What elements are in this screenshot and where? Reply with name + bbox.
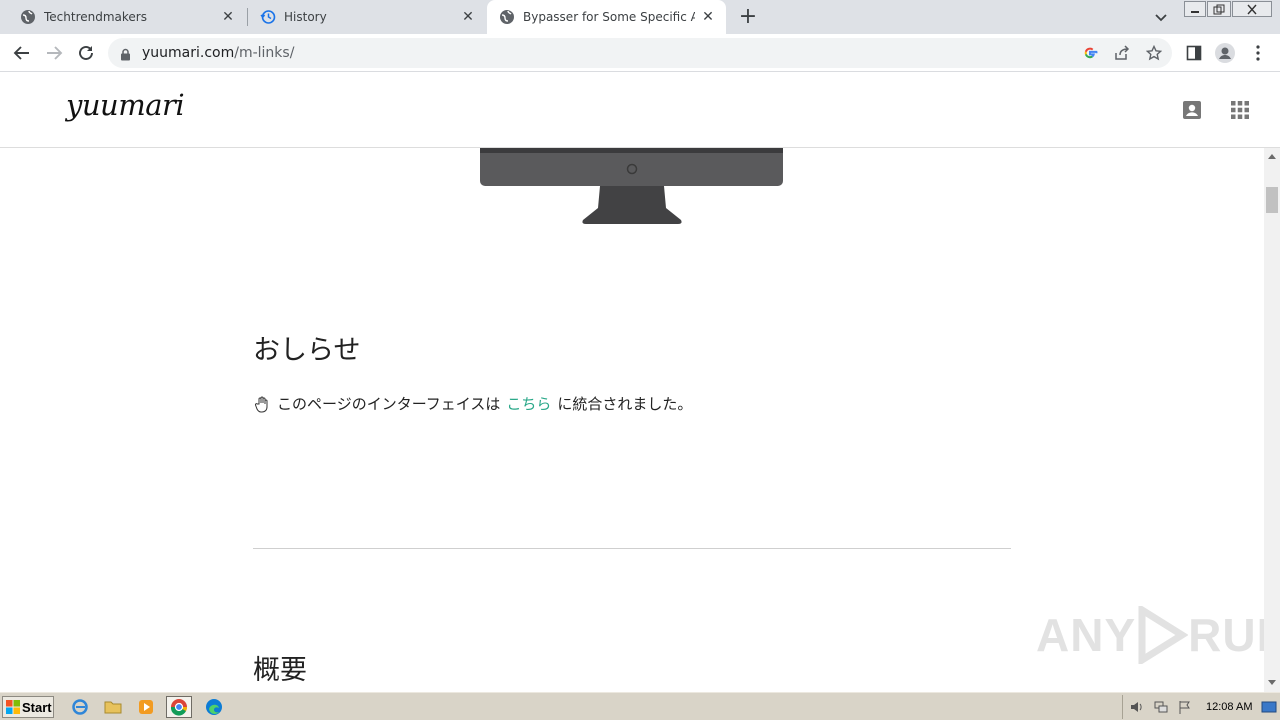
close-icon[interactable]: ✕: [700, 9, 716, 25]
system-tray: [1122, 695, 1280, 719]
scroll-up-arrow[interactable]: [1268, 154, 1276, 159]
notice-title: おしらせ: [253, 335, 361, 366]
back-button[interactable]: [11, 42, 33, 64]
chrome-icon[interactable]: [166, 696, 192, 718]
monitor-illustration: [480, 148, 783, 224]
media-player-icon[interactable]: [133, 696, 159, 718]
watermark: ANY RUN: [1036, 606, 1264, 664]
restore-button[interactable]: [1207, 1, 1231, 17]
close-icon[interactable]: ✕: [460, 9, 476, 25]
notice-link[interactable]: こちら: [506, 393, 551, 414]
profile-icon[interactable]: [1215, 43, 1235, 63]
minimize-button[interactable]: [1184, 1, 1206, 17]
volume-icon[interactable]: [1129, 699, 1145, 715]
tab-title: History: [284, 10, 327, 24]
start-button[interactable]: Start: [2, 696, 54, 718]
tab-techtrendmakers[interactable]: Techtrendmakers ✕: [0, 0, 246, 34]
page-content: おしらせ このページのインターフェイスは こちら に統合されました。 概要 AN…: [0, 148, 1264, 692]
url-host: yuumari.com: [142, 45, 235, 61]
close-icon[interactable]: ✕: [220, 9, 236, 25]
watermark-right: RUN: [1188, 609, 1264, 661]
taskbar: Start 12:08 AM: [0, 692, 1280, 720]
play-icon: [1138, 606, 1189, 664]
browser-toolbar: yuumari.com/m-links/: [0, 34, 1280, 72]
tab-history[interactable]: History ✕: [240, 0, 486, 34]
show-desktop-icon[interactable]: [1261, 699, 1277, 715]
scroll-down-arrow[interactable]: [1268, 680, 1276, 685]
overview-title: 概要: [253, 655, 307, 686]
close-window-button[interactable]: [1232, 1, 1272, 17]
tab-bypasser[interactable]: Bypasser for Some Specific Ad-Links ✕: [487, 0, 726, 34]
windows-logo-icon: [6, 700, 20, 714]
flag-icon[interactable]: [1177, 699, 1193, 715]
forward-button[interactable]: [43, 42, 65, 64]
address-bar[interactable]: yuumari.com/m-links/: [108, 38, 1172, 68]
clock[interactable]: 12:08 AM: [1206, 701, 1252, 713]
chevron-down-icon[interactable]: [1152, 8, 1170, 26]
notice-after: に統合されました。: [557, 395, 693, 413]
google-icon[interactable]: [1082, 45, 1098, 61]
arrow-left-icon: [13, 46, 29, 60]
tab-title: Techtrendmakers: [44, 10, 147, 24]
site-header: yuumari: [0, 72, 1280, 148]
reload-button[interactable]: [75, 42, 97, 64]
tab-title: Bypasser for Some Specific Ad-Links: [523, 10, 695, 24]
scrollbar-thumb[interactable]: [1266, 187, 1278, 213]
url-path: /m-links/: [234, 45, 295, 61]
vertical-scrollbar[interactable]: [1264, 148, 1280, 692]
star-icon[interactable]: [1145, 44, 1163, 61]
more-menu-icon[interactable]: [1248, 43, 1268, 63]
arrow-right-icon: [47, 46, 63, 60]
edge-icon[interactable]: [201, 696, 227, 718]
side-panel-icon[interactable]: [1184, 43, 1204, 63]
watermark-left: ANY: [1036, 609, 1137, 661]
folder-icon[interactable]: [100, 696, 126, 718]
notice-before: このページのインターフェイスは: [277, 395, 501, 413]
hand-pointer-icon: [253, 395, 271, 413]
ie-icon[interactable]: [67, 696, 93, 718]
tab-strip: Techtrendmakers ✕ History ✕ Bypasser for…: [0, 0, 1280, 34]
new-tab-button[interactable]: +: [737, 6, 759, 29]
history-icon: [260, 9, 276, 25]
share-icon[interactable]: [1114, 45, 1130, 61]
reload-icon: [79, 46, 93, 60]
network-icon[interactable]: [1153, 699, 1169, 715]
globe-icon: [20, 9, 36, 25]
site-logo[interactable]: yuumari: [66, 88, 185, 122]
start-label: Start: [22, 699, 52, 715]
url-text[interactable]: yuumari.com/m-links/: [142, 45, 294, 61]
account-icon[interactable]: [1182, 100, 1202, 120]
notice-text: このページのインターフェイスは こちら に統合されました。: [253, 393, 692, 414]
globe-icon: [499, 9, 515, 25]
apps-grid-icon[interactable]: [1230, 100, 1250, 120]
section-divider: [253, 548, 1011, 549]
lock-icon[interactable]: [120, 46, 131, 65]
